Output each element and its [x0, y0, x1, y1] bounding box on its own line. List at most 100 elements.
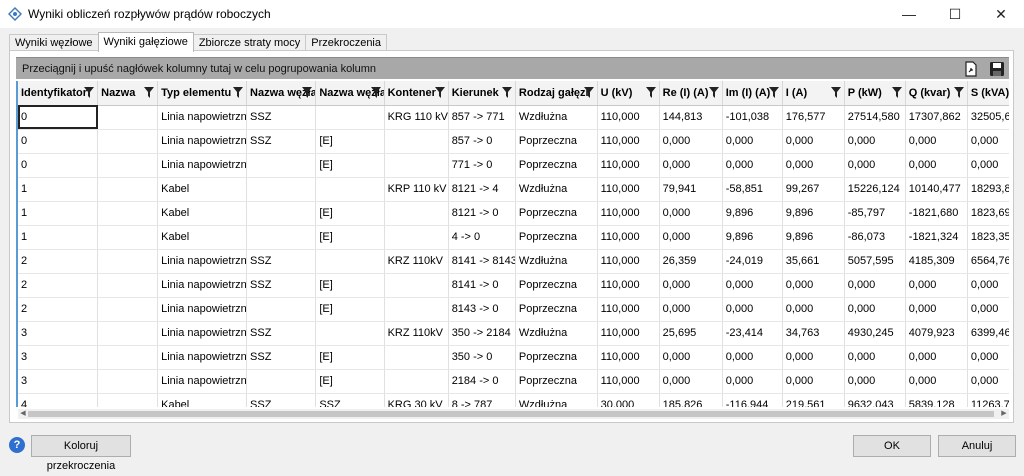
- filter-icon[interactable]: [501, 87, 512, 98]
- colorize-violations-button[interactable]: Koloruj przekroczenia: [31, 435, 131, 472]
- table-cell[interactable]: [315, 177, 385, 202]
- table-cell[interactable]: 0,000: [722, 345, 783, 370]
- column-header[interactable]: Nazwa węzła: [246, 81, 317, 106]
- table-cell[interactable]: 0,000: [782, 273, 845, 298]
- table-cell[interactable]: 0,000: [844, 129, 906, 154]
- table-cell[interactable]: 35,661: [782, 249, 845, 274]
- filter-icon[interactable]: [144, 87, 155, 98]
- table-cell[interactable]: Linia napowietrzna: [157, 105, 248, 130]
- table-cell[interactable]: SSZ: [246, 249, 317, 274]
- table-cell[interactable]: 0,000: [967, 369, 1009, 394]
- table-cell[interactable]: Poprzeczna: [515, 345, 598, 370]
- table-cell[interactable]: 8 -> 787: [448, 393, 516, 407]
- tab-violations[interactable]: Przekroczenia: [305, 34, 387, 51]
- table-row[interactable]: 3 Linia napowietrzna SSZ [E] 350 -> 0 Poprzec…: [18, 345, 1009, 370]
- table-row[interactable]: 2 Linia napowietrzna [E] 8143 -> 0 Poprzeczn…: [18, 297, 1009, 322]
- table-cell[interactable]: [315, 249, 385, 274]
- minimize-button[interactable]: —: [886, 0, 932, 28]
- table-cell[interactable]: -116,944: [722, 393, 783, 407]
- table-cell[interactable]: 27514,580: [844, 105, 906, 130]
- filter-icon[interactable]: [434, 87, 445, 98]
- table-cell[interactable]: 0,000: [905, 369, 968, 394]
- results-grid[interactable]: Identyfikator Nazwa Typ elementu Nazwa węzł…: [16, 81, 1009, 407]
- table-cell[interactable]: [97, 153, 159, 178]
- table-cell[interactable]: 110,000: [597, 369, 660, 394]
- table-cell[interactable]: -58,851: [722, 177, 783, 202]
- table-row[interactable]: 1 Kabel [E] 8121 -> 0 Poprzeczna 110,000 0,000…: [18, 201, 1009, 226]
- table-cell[interactable]: [97, 273, 159, 298]
- table-cell[interactable]: [E]: [315, 153, 385, 178]
- column-header[interactable]: Rodzaj gałęzi: [515, 81, 598, 106]
- table-cell[interactable]: [384, 129, 449, 154]
- table-row[interactable]: 2 Linia napowietrzna SSZ [E] 8141 -> 0 Poprze…: [18, 273, 1009, 298]
- table-cell[interactable]: 0: [18, 153, 99, 178]
- table-cell[interactable]: 6564,760: [967, 249, 1009, 274]
- table-cell[interactable]: 3: [18, 321, 99, 346]
- table-cell[interactable]: 18293,827: [967, 177, 1009, 202]
- table-cell[interactable]: 350 -> 2184: [448, 321, 516, 346]
- column-header[interactable]: U (kV): [597, 81, 660, 106]
- table-cell[interactable]: Linia napowietrzna: [157, 249, 248, 274]
- table-cell[interactable]: 0,000: [782, 345, 845, 370]
- table-cell[interactable]: 857 -> 0: [448, 129, 516, 154]
- table-row[interactable]: 2 Linia napowietrzna SSZ KRZ 110kV 8141 -> 8…: [18, 249, 1009, 274]
- table-cell[interactable]: 2: [18, 273, 99, 298]
- table-cell[interactable]: Poprzeczna: [515, 129, 598, 154]
- table-cell[interactable]: Linia napowietrzna: [157, 273, 248, 298]
- table-cell[interactable]: [246, 153, 317, 178]
- scroll-right-icon[interactable]: ▶: [999, 409, 1009, 419]
- table-cell[interactable]: 350 -> 0: [448, 345, 516, 370]
- table-cell[interactable]: 0,000: [782, 369, 845, 394]
- table-cell[interactable]: [246, 201, 317, 226]
- table-cell[interactable]: Wzdłużna: [515, 393, 598, 407]
- table-cell[interactable]: -101,038: [722, 105, 783, 130]
- table-cell[interactable]: Linia napowietrzna: [157, 297, 248, 322]
- filter-icon[interactable]: [302, 87, 313, 98]
- table-cell[interactable]: 0,000: [722, 129, 783, 154]
- table-cell[interactable]: SSZ: [246, 345, 317, 370]
- table-cell[interactable]: 3: [18, 369, 99, 394]
- table-cell[interactable]: [97, 105, 159, 130]
- table-cell[interactable]: 0,000: [659, 153, 723, 178]
- table-cell[interactable]: 0,000: [844, 153, 906, 178]
- export-icon[interactable]: [962, 60, 980, 78]
- table-cell[interactable]: Wzdłużna: [515, 105, 598, 130]
- table-cell[interactable]: 10140,477: [905, 177, 968, 202]
- table-cell[interactable]: 1: [18, 177, 99, 202]
- table-cell[interactable]: 110,000: [597, 321, 660, 346]
- table-cell[interactable]: 0: [18, 105, 99, 130]
- tab-branch-results[interactable]: Wyniki gałęziowe: [97, 32, 194, 52]
- table-cell[interactable]: 8143 -> 0: [448, 297, 516, 322]
- table-cell[interactable]: Linia napowietrzna: [157, 345, 248, 370]
- table-cell[interactable]: 0,000: [659, 345, 723, 370]
- table-cell[interactable]: 219,561: [782, 393, 845, 407]
- table-cell[interactable]: 0,000: [905, 273, 968, 298]
- table-cell[interactable]: -86,073: [844, 225, 906, 250]
- filter-icon[interactable]: [708, 87, 719, 98]
- column-header[interactable]: Im (I) (A): [722, 81, 783, 106]
- scroll-thumb[interactable]: [28, 411, 994, 417]
- table-cell[interactable]: 34,763: [782, 321, 845, 346]
- table-cell[interactable]: 110,000: [597, 249, 660, 274]
- table-cell[interactable]: Poprzeczna: [515, 369, 598, 394]
- table-cell[interactable]: [E]: [315, 369, 385, 394]
- table-cell[interactable]: 771 -> 0: [448, 153, 516, 178]
- table-cell[interactable]: [246, 369, 317, 394]
- ok-button[interactable]: OK: [853, 435, 931, 457]
- table-cell[interactable]: [97, 249, 159, 274]
- table-cell[interactable]: 110,000: [597, 129, 660, 154]
- filter-icon[interactable]: [645, 87, 656, 98]
- table-cell[interactable]: -85,797: [844, 201, 906, 226]
- table-cell[interactable]: 2: [18, 249, 99, 274]
- table-row[interactable]: 4 Kabel SSZ SSZ KRG 30 kV 8 -> 787 Wzdłużna 30,…: [18, 393, 1009, 407]
- table-cell[interactable]: 3: [18, 345, 99, 370]
- filter-icon[interactable]: [233, 87, 244, 98]
- column-header[interactable]: Nazwa: [97, 81, 159, 106]
- table-cell[interactable]: [E]: [315, 345, 385, 370]
- table-cell[interactable]: [384, 225, 449, 250]
- table-cell[interactable]: -1821,324: [905, 225, 968, 250]
- table-cell[interactable]: Linia napowietrzna: [157, 129, 248, 154]
- table-cell[interactable]: [384, 345, 449, 370]
- table-row[interactable]: 1 Kabel KRP 110 kV 8121 -> 4 Wzdłużna 110,000…: [18, 177, 1009, 202]
- table-cell[interactable]: [384, 369, 449, 394]
